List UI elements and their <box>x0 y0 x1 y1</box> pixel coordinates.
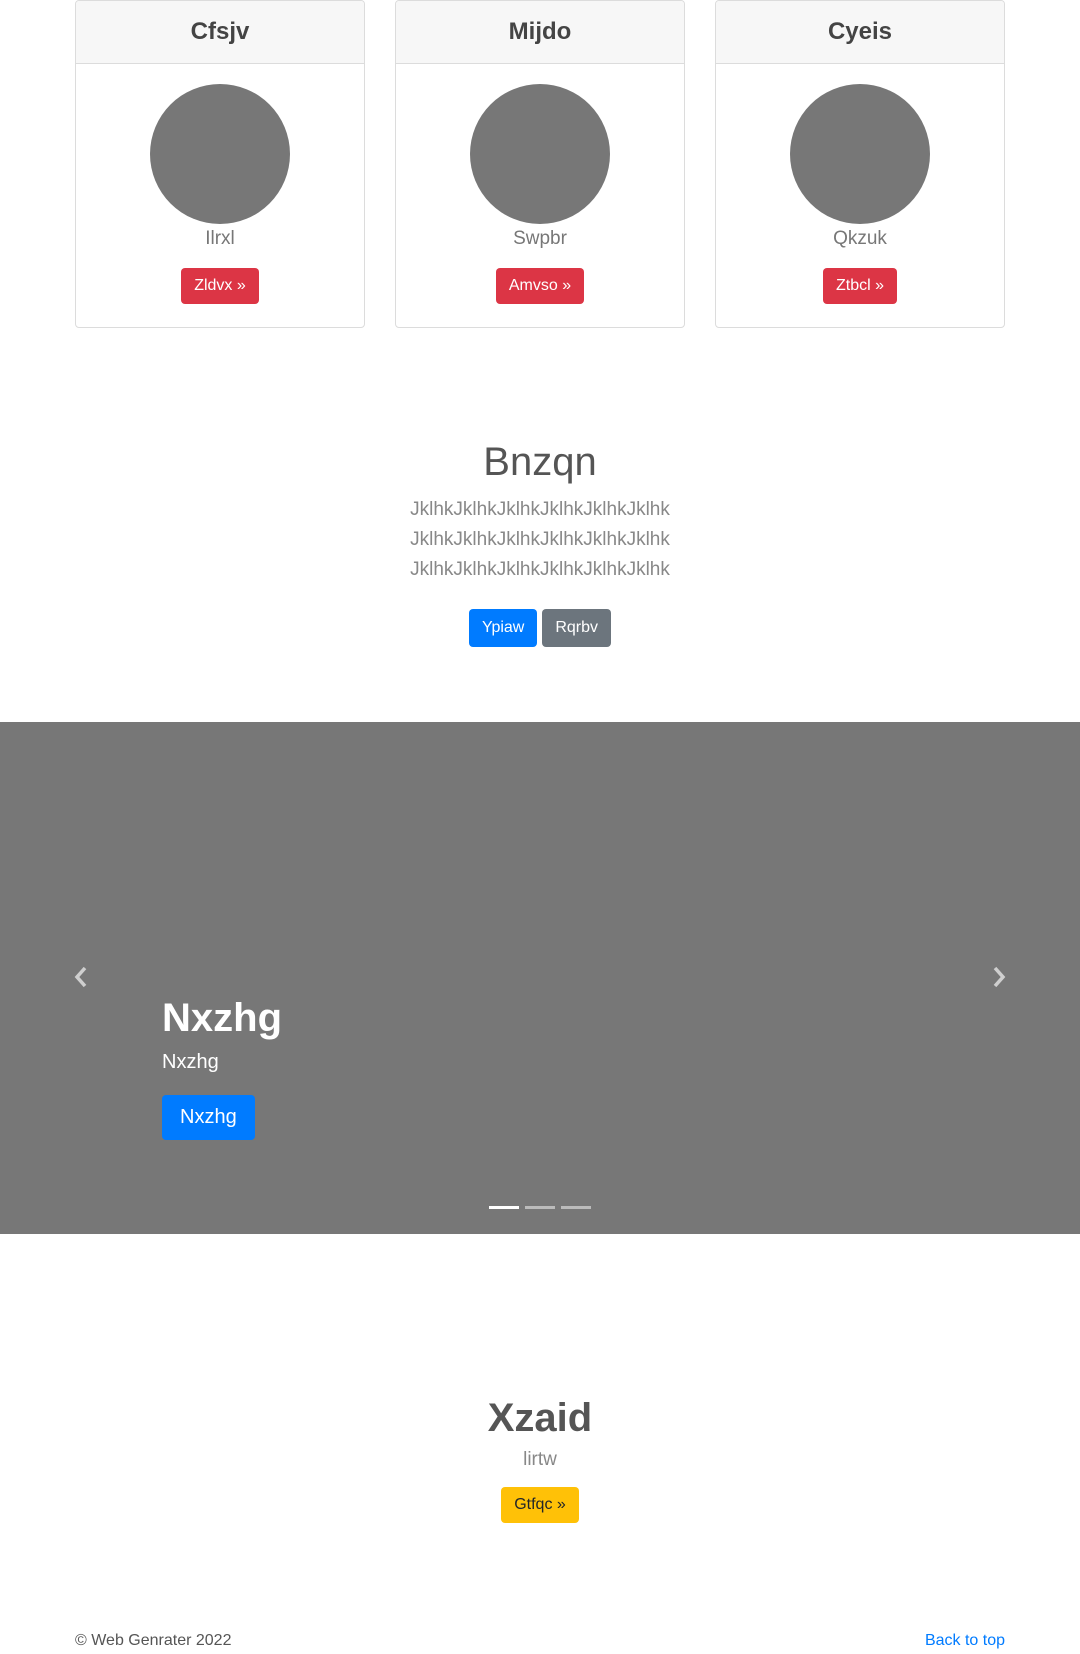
feature-section: Xzaid lirtw Gtfqc » <box>0 1396 1080 1523</box>
carousel-indicator[interactable] <box>489 1206 519 1209</box>
carousel-prev-button[interactable] <box>66 962 96 992</box>
carousel-indicator[interactable] <box>525 1206 555 1209</box>
card-subtitle: Qkzuk <box>833 228 887 249</box>
card-title: Mijdo <box>396 1 684 64</box>
hero-primary-button[interactable]: Ypiaw <box>468 609 538 647</box>
back-to-top-link[interactable]: Back to top <box>925 1632 1005 1650</box>
card: Cyeis Qkzuk Ztbcl » <box>715 0 1005 328</box>
hero-secondary-button[interactable]: Rqrbv <box>542 609 612 647</box>
chevron-right-icon <box>993 966 1006 988</box>
carousel-indicators <box>0 1206 1080 1209</box>
card: Mijdo Swpbr Amvso » <box>395 0 685 328</box>
chevron-left-icon <box>74 966 87 988</box>
footer: © Web Genrater 2022 Back to top <box>75 1630 1005 1652</box>
card-action-button[interactable]: Zldvx » <box>181 268 259 304</box>
card-subtitle: Swpbr <box>513 228 567 249</box>
carousel-caption: Nxzhg Nxzhg Nxzhg <box>162 996 282 1140</box>
feature-subtitle: lirtw <box>523 1449 557 1470</box>
card-action-button[interactable]: Amvso » <box>495 268 585 304</box>
card: Cfsjv Ilrxl Zldvx » <box>75 0 365 328</box>
feature-title: Xzaid <box>487 1396 593 1440</box>
carousel-indicator[interactable] <box>561 1206 591 1209</box>
feature-action-button[interactable]: Gtfqc » <box>501 1487 579 1523</box>
card-image-placeholder <box>470 84 610 224</box>
carousel-next-button[interactable] <box>984 962 1014 992</box>
carousel-title: Nxzhg <box>162 996 282 1040</box>
card-title: Cfsjv <box>76 1 364 64</box>
card-subtitle: Ilrxl <box>205 228 235 249</box>
carousel-action-button[interactable]: Nxzhg <box>162 1095 255 1140</box>
footer-copyright: © Web Genrater 2022 <box>75 1632 232 1649</box>
card-image-placeholder <box>790 84 930 224</box>
hero-section: Bnzqn JklhkJklhkJklhkJklhkJklhkJklhk Jkl… <box>0 440 1080 647</box>
carousel-text: Nxzhg <box>162 1051 219 1073</box>
card-action-button[interactable]: Ztbcl » <box>822 268 897 304</box>
hero-buttons: Ypiaw Rqrbv <box>0 609 1080 647</box>
card-image-placeholder <box>150 84 290 224</box>
hero-text: JklhkJklhkJklhkJklhkJklhkJklhk JklhkJklh… <box>410 499 670 580</box>
hero-title: Bnzqn <box>483 440 597 484</box>
card-title: Cyeis <box>716 1 1004 64</box>
carousel: Nxzhg Nxzhg Nxzhg <box>0 722 1080 1234</box>
cards-row: Cfsjv Ilrxl Zldvx » Mijdo Swpbr Amvso » … <box>75 0 1005 328</box>
